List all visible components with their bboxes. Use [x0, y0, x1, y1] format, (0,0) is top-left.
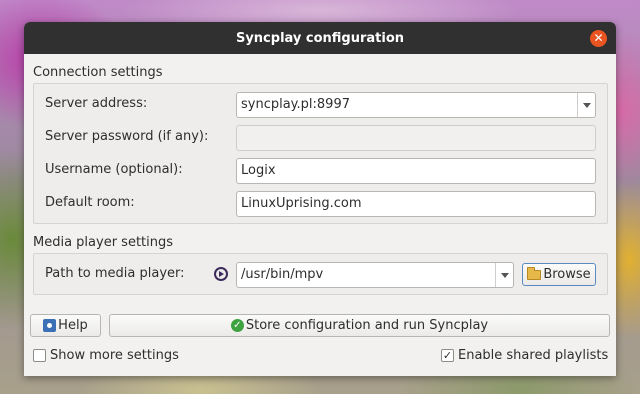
help-button[interactable]: Help — [30, 314, 101, 337]
show-more-settings-checkbox[interactable] — [33, 349, 46, 362]
media-settings-heading: Media player settings — [33, 235, 174, 250]
chevron-down-icon — [500, 272, 509, 278]
titlebar: Syncplay configuration ✕ — [24, 22, 616, 54]
play-icon — [214, 267, 228, 281]
folder-icon — [527, 266, 542, 280]
username-label: Username (optional): — [45, 162, 183, 177]
media-settings-group: Path to media player: /usr/bin/mpv Brows… — [33, 253, 608, 295]
store-and-run-button[interactable]: ✓ Store configuration and run Syncplay — [109, 314, 610, 337]
server-address-combobox[interactable]: syncplay.pl:8997 — [236, 92, 596, 118]
enable-shared-playlists-checkbox[interactable]: ✓ — [441, 349, 454, 362]
media-path-value: /usr/bin/mpv — [241, 267, 324, 282]
username-field[interactable]: Logix — [236, 158, 596, 184]
syncplay-config-window: Syncplay configuration ✕ Connection sett… — [24, 22, 616, 376]
server-password-field[interactable] — [236, 125, 596, 151]
help-icon — [43, 319, 57, 332]
close-button[interactable]: ✕ — [590, 30, 607, 47]
media-path-label: Path to media player: — [45, 266, 185, 281]
browse-button-label: Browse — [543, 267, 591, 282]
enable-shared-playlists-label[interactable]: Enable shared playlists — [458, 348, 608, 363]
window-title: Syncplay configuration — [235, 30, 405, 46]
username-value: Logix — [241, 163, 276, 178]
show-more-settings-label[interactable]: Show more settings — [50, 348, 179, 363]
chevron-down-icon — [582, 102, 591, 108]
close-icon: ✕ — [593, 31, 604, 45]
browse-button[interactable]: Browse — [522, 263, 596, 286]
store-and-run-label: Store configuration and run Syncplay — [245, 318, 489, 333]
check-circle-icon: ✓ — [230, 319, 244, 332]
server-address-dropdown-arrow[interactable] — [577, 93, 595, 117]
server-password-label: Server password (if any): — [45, 129, 209, 144]
server-address-value: syncplay.pl:8997 — [241, 97, 350, 112]
server-address-label: Server address: — [45, 96, 148, 111]
default-room-label: Default room: — [45, 195, 135, 210]
connection-settings-group: Server address: syncplay.pl:8997 Server … — [33, 83, 608, 224]
help-button-label: Help — [58, 318, 88, 333]
media-path-combobox[interactable]: /usr/bin/mpv — [236, 262, 514, 288]
default-room-value: LinuxUprising.com — [241, 196, 362, 211]
connection-settings-heading: Connection settings — [33, 65, 163, 80]
media-path-dropdown-arrow[interactable] — [495, 263, 513, 287]
default-room-field[interactable]: LinuxUprising.com — [236, 191, 596, 217]
